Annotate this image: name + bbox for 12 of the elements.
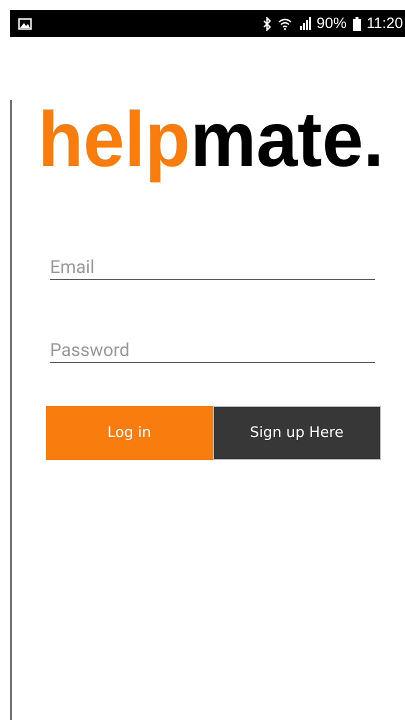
logo-word: mate. bbox=[190, 95, 384, 183]
email-field[interactable]: Email bbox=[50, 255, 375, 280]
battery-percent: 90% bbox=[316, 15, 347, 32]
signal-icon bbox=[298, 17, 311, 30]
image-icon bbox=[18, 18, 32, 30]
clock-time: 11:20 bbox=[366, 15, 403, 32]
password-field[interactable]: Password bbox=[50, 338, 375, 363]
bluetooth-icon bbox=[262, 16, 272, 30]
logo-word: help bbox=[38, 95, 190, 183]
wifi-icon bbox=[278, 18, 292, 30]
sign-up-button[interactable]: Sign up Here bbox=[212, 406, 381, 460]
battery-icon bbox=[352, 16, 361, 30]
